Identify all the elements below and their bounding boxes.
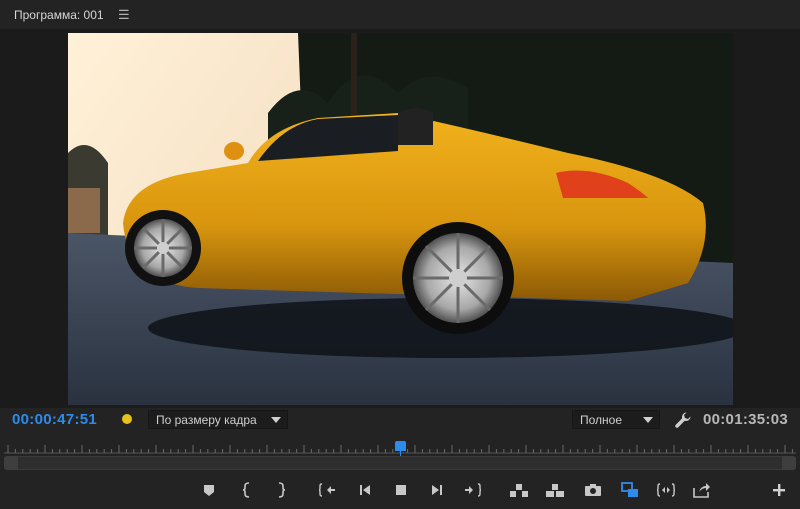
zoom-scrollbar[interactable] — [4, 456, 796, 470]
export-icon[interactable] — [691, 479, 713, 501]
marker-color-dot[interactable] — [122, 414, 132, 424]
add-button-icon[interactable] — [768, 479, 790, 501]
viewer-controls: 00:00:47:51 По размеру кадра Полное 00:0… — [0, 408, 800, 432]
go-to-in-icon[interactable] — [316, 479, 338, 501]
mark-out-icon[interactable] — [270, 479, 292, 501]
duration-timecode: 00:01:35:03 — [702, 411, 788, 428]
current-timecode[interactable]: 00:00:47:51 — [12, 411, 97, 428]
step-forward-icon[interactable] — [426, 479, 448, 501]
mark-in-icon[interactable] — [236, 479, 258, 501]
car-photo — [68, 33, 733, 405]
chevron-down-icon — [643, 417, 653, 423]
panel-title[interactable]: Программа: 001 — [14, 8, 104, 22]
compare-view-icon[interactable] — [619, 479, 641, 501]
program-viewer — [0, 30, 800, 408]
panel-header: Программа: 001 ☰ — [0, 0, 800, 30]
wrench-icon[interactable] — [674, 411, 692, 429]
export-frame-icon[interactable] — [582, 479, 604, 501]
quality-select-value: Полное — [580, 413, 623, 427]
scrollbar-left-handle[interactable] — [4, 456, 18, 470]
chevron-down-icon — [271, 417, 281, 423]
quality-select[interactable]: Полное — [572, 410, 660, 429]
go-to-out-icon[interactable] — [462, 479, 484, 501]
trim-icon[interactable] — [655, 479, 677, 501]
stop-icon[interactable] — [390, 479, 412, 501]
lift-icon[interactable] — [508, 479, 530, 501]
video-frame[interactable] — [68, 33, 733, 405]
step-back-icon[interactable] — [354, 479, 376, 501]
hamburger-icon[interactable]: ☰ — [118, 7, 130, 23]
scrollbar-right-handle[interactable] — [782, 456, 796, 470]
zoom-select-value: По размеру кадра — [156, 413, 257, 427]
zoom-select[interactable]: По размеру кадра — [148, 410, 288, 429]
transport-controls — [0, 474, 800, 506]
extract-icon[interactable] — [544, 479, 566, 501]
add-marker-icon[interactable] — [198, 479, 220, 501]
